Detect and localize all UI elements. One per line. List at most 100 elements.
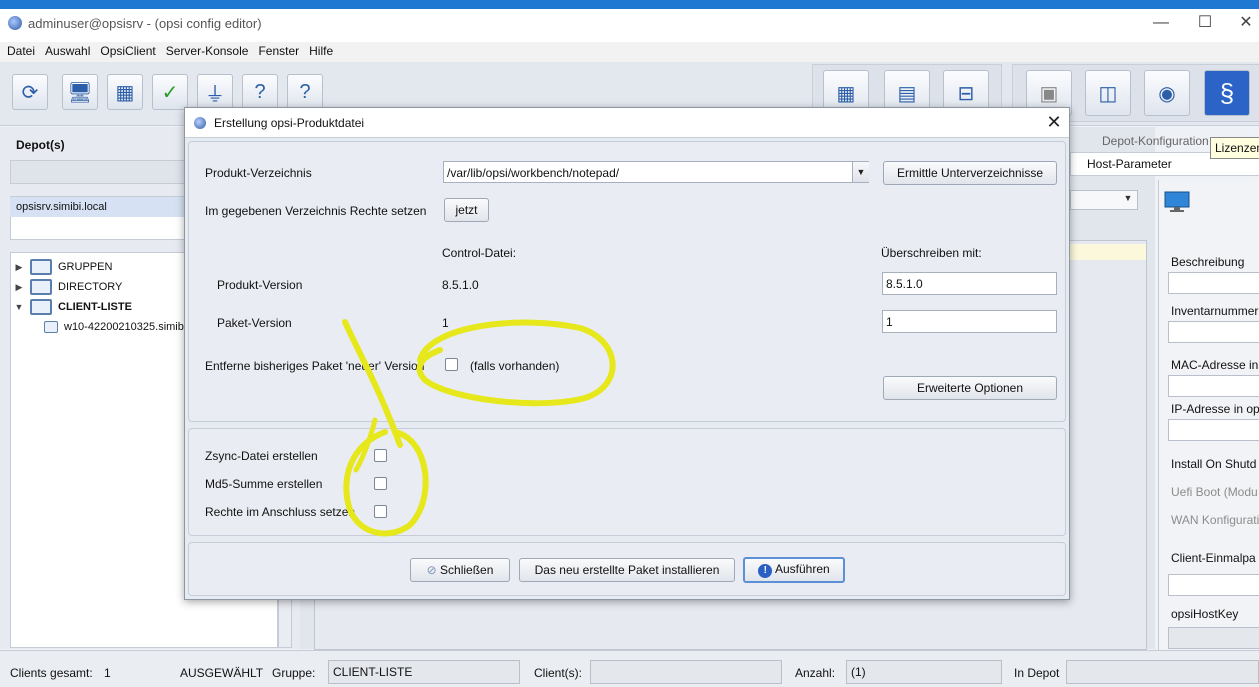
close-button[interactable]: ⊘ Schließen bbox=[410, 558, 510, 582]
prop-label: MAC-Adresse in bbox=[1171, 358, 1259, 372]
tree-node-directory[interactable]: ▶ DIRECTORY bbox=[14, 278, 122, 296]
tree-node-label: DIRECTORY bbox=[58, 281, 123, 293]
prop-label: Beschreibung bbox=[1171, 255, 1245, 269]
group-field: CLIENT-LISTE bbox=[328, 660, 520, 684]
app-icon bbox=[8, 16, 22, 30]
center-combo[interactable]: ▼ bbox=[1070, 190, 1138, 210]
tree-node-label: GRUPPEN bbox=[58, 261, 113, 273]
if-exists-label: (falls vorhanden) bbox=[470, 359, 560, 373]
zsync-label: Zsync-Datei erstellen bbox=[205, 449, 318, 463]
chevron-down-icon[interactable]: ▼ bbox=[852, 162, 869, 182]
expand-arrow-icon[interactable]: ▶ bbox=[14, 282, 24, 293]
run-button-label: Ausführen bbox=[774, 562, 830, 576]
group-icon bbox=[30, 279, 52, 295]
prop-field-hostkey[interactable] bbox=[1168, 627, 1259, 649]
tree-node-client-liste[interactable]: ▼ CLIENT-LISTE bbox=[14, 298, 132, 316]
licenses-icon[interactable]: § bbox=[1204, 70, 1250, 116]
client-icon bbox=[44, 321, 58, 333]
filter-icon[interactable]: ⏚ bbox=[197, 74, 233, 110]
new-client-icon[interactable]: 🖥 bbox=[62, 74, 98, 110]
count-label: Anzahl: bbox=[795, 666, 836, 680]
chevron-down-icon[interactable]: ▼ bbox=[1121, 193, 1135, 207]
client-group-icon[interactable]: ▦ bbox=[107, 74, 143, 110]
product-dir-label: Produkt-Verzeichnis bbox=[205, 166, 312, 180]
rights-after-checkbox[interactable] bbox=[374, 505, 387, 518]
menu-datei[interactable]: Datei bbox=[4, 42, 38, 60]
prop-field-onetime-password[interactable] bbox=[1168, 574, 1259, 596]
product-dir-combo[interactable]: /var/lib/opsi/workbench/notepad/ bbox=[443, 161, 869, 183]
package-version-input[interactable]: 1 bbox=[882, 310, 1057, 333]
package-version-label: Paket-Version bbox=[217, 316, 292, 330]
count-field: (1) bbox=[846, 660, 1002, 684]
in-depot-field bbox=[1066, 660, 1259, 684]
prop-label: opsiHostKey bbox=[1171, 607, 1239, 621]
menu-server-konsole[interactable]: Server-Konsole bbox=[163, 42, 252, 60]
group-icon bbox=[30, 299, 52, 315]
dialog-close-icon[interactable]: ✕ bbox=[1042, 111, 1066, 133]
clients-total-value: 1 bbox=[104, 666, 111, 680]
tooltip: Lizenzen bbox=[1210, 137, 1259, 159]
clients-field bbox=[590, 660, 782, 684]
remove-old-label: Entferne bisheriges Paket 'neuer' Versio… bbox=[205, 359, 425, 373]
licenses-network-icon[interactable]: ◉ bbox=[1144, 70, 1190, 116]
menu-auswahl[interactable]: Auswahl bbox=[42, 42, 93, 60]
tree-node-gruppen[interactable]: ▶ GRUPPEN bbox=[14, 258, 112, 276]
minimize-icon[interactable]: — bbox=[1146, 12, 1176, 34]
find-subdirs-button[interactable]: Ermittle Unterverzeichnisse bbox=[883, 161, 1057, 185]
tree-node-label: CLIENT-LISTE bbox=[58, 301, 132, 313]
prop-label: WAN Konfigurati bbox=[1171, 513, 1259, 527]
menu-opsiclient[interactable]: OpsiClient bbox=[97, 42, 158, 60]
prop-field-description[interactable] bbox=[1168, 272, 1259, 294]
clients-label: Client(s): bbox=[534, 666, 583, 680]
run-button[interactable]: ! Ausführen bbox=[743, 557, 845, 583]
help-wifi-icon[interactable]: ? bbox=[242, 74, 278, 110]
menu-bar: Datei Auswahl OpsiClient Server-Konsole Fens… bbox=[0, 42, 1259, 62]
expand-arrow-icon[interactable]: ▶ bbox=[14, 262, 24, 273]
zsync-checkbox[interactable] bbox=[374, 449, 387, 462]
prop-label: Install On Shutd bbox=[1171, 457, 1257, 471]
remove-old-checkbox[interactable] bbox=[445, 358, 458, 371]
window-close-icon[interactable]: ✕ bbox=[1234, 12, 1258, 34]
control-file-header: Control-Datei: bbox=[442, 246, 517, 260]
prop-label: Uefi Boot (Modu bbox=[1171, 485, 1258, 499]
tree-node-client[interactable]: w10-42200210325.simibi bbox=[44, 318, 186, 336]
monitor-icon bbox=[1164, 191, 1190, 213]
menu-hilfe[interactable]: Hilfe bbox=[306, 42, 336, 60]
cancel-icon: ⊘ bbox=[426, 563, 437, 577]
advanced-options-button[interactable]: Erweiterte Optionen bbox=[883, 376, 1057, 400]
prop-label: Client-Einmalpa bbox=[1171, 551, 1256, 565]
group-icon bbox=[30, 259, 52, 275]
group-label: Gruppe: bbox=[272, 666, 316, 680]
prop-field-inventory[interactable] bbox=[1168, 321, 1259, 343]
package-icon[interactable]: ◫ bbox=[1085, 70, 1131, 116]
maximize-icon[interactable]: ☐ bbox=[1190, 12, 1220, 34]
support-icon[interactable]: ? bbox=[287, 74, 323, 110]
dialog-app-icon bbox=[194, 117, 206, 129]
package-version-control: 1 bbox=[442, 316, 449, 330]
install-package-button[interactable]: Das neu erstellte Paket installieren bbox=[519, 558, 735, 582]
menu-fenster[interactable]: Fenster bbox=[255, 42, 302, 60]
in-depot-label: In Depot bbox=[1014, 666, 1060, 680]
selected-label: AUSGEWÄHLT bbox=[180, 666, 264, 680]
reload-icon[interactable]: ⟳ bbox=[12, 74, 48, 110]
window-title: adminuser@opsisrv - (opsi config editor) bbox=[28, 16, 262, 31]
highlighted-row[interactable] bbox=[1070, 244, 1146, 260]
info-icon: ! bbox=[758, 564, 773, 578]
prop-field-ip[interactable] bbox=[1168, 419, 1259, 441]
product-version-control: 8.5.1.0 bbox=[442, 278, 479, 292]
save-check-icon[interactable]: ✓ bbox=[152, 74, 188, 110]
clients-total-label: Clients gesamt: bbox=[10, 666, 93, 680]
set-rights-label: Im gegebenen Verzeichnis Rechte setzen bbox=[205, 204, 427, 218]
collapse-arrow-icon[interactable]: ▼ bbox=[14, 302, 24, 312]
close-button-label: Schließen bbox=[440, 563, 494, 577]
depot-title: Depot(s) bbox=[16, 138, 65, 152]
prop-label: IP-Adresse in op bbox=[1171, 402, 1259, 416]
md5-checkbox[interactable] bbox=[374, 477, 387, 490]
prop-field-mac[interactable] bbox=[1168, 375, 1259, 397]
rights-after-label: Rechte im Anschluss setzen bbox=[205, 505, 356, 519]
md5-label: Md5-Summe erstellen bbox=[205, 477, 323, 491]
prop-label: Inventarnummer bbox=[1171, 304, 1259, 318]
now-button[interactable]: jetzt bbox=[444, 198, 489, 222]
dialog-title: Erstellung opsi-Produktdatei bbox=[214, 116, 365, 130]
product-version-input[interactable]: 8.5.1.0 bbox=[882, 272, 1057, 295]
